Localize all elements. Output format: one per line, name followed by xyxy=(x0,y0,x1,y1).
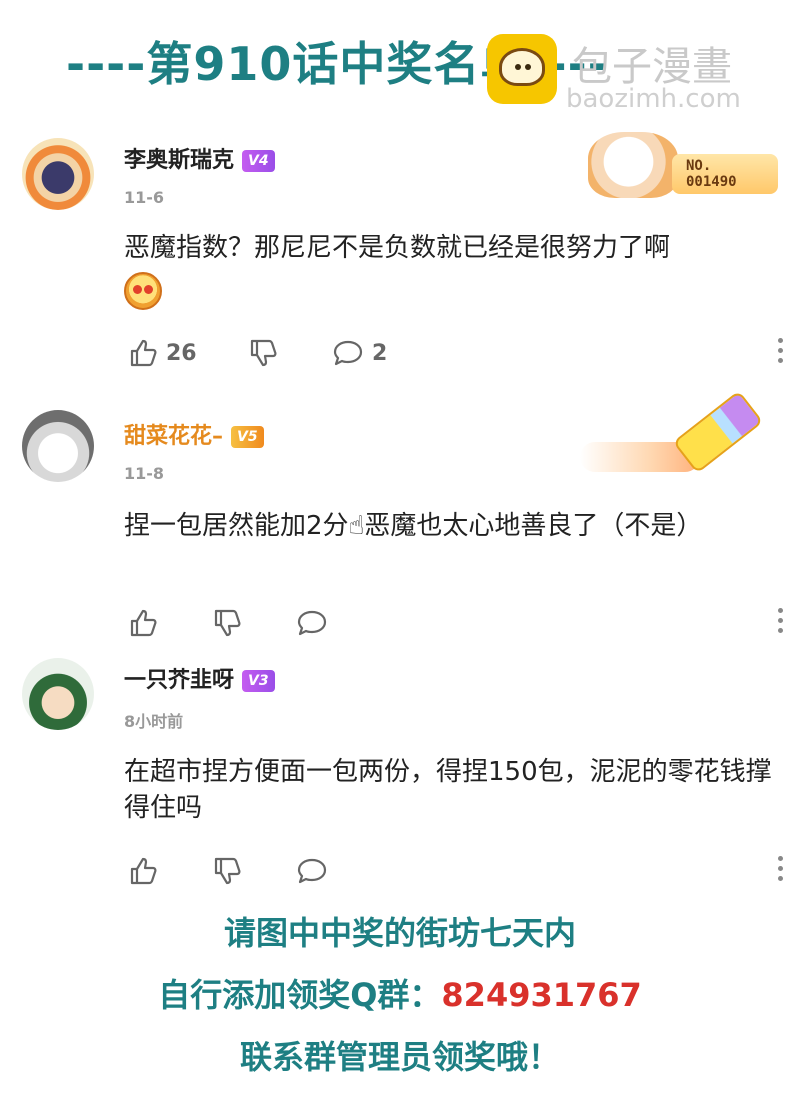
tiger-mascot-icon xyxy=(588,132,678,198)
qq-group-number: 824931767 xyxy=(441,976,642,1014)
reply-icon xyxy=(297,610,327,636)
fan-number-badge: NO. 001490 xyxy=(588,132,778,198)
footer-line-1: 请图中中奖的街坊七天内 xyxy=(223,914,576,952)
level-badge: V4 xyxy=(242,150,275,172)
dislike-button[interactable] xyxy=(248,336,278,370)
more-icon[interactable] xyxy=(776,856,784,884)
comment-actions: 26 2 xyxy=(124,336,784,370)
level-badge: V5 xyxy=(231,426,264,448)
username[interactable]: 李奥斯瑞克 V4 xyxy=(124,142,275,174)
dislike-button[interactable] xyxy=(212,606,242,640)
watermark-logo-icon xyxy=(487,34,557,104)
reply-count: 2 xyxy=(372,340,388,366)
blush-face-emoji-icon xyxy=(124,272,162,310)
like-count: 26 xyxy=(166,340,197,366)
footer-line-3: 联系群管理员领奖哦！ xyxy=(239,1038,560,1076)
like-icon xyxy=(130,609,157,637)
paintbrush-badge-icon xyxy=(580,390,770,482)
dislike-button[interactable] xyxy=(212,854,242,888)
like-button[interactable] xyxy=(128,854,158,888)
reply-icon xyxy=(333,340,363,366)
comment-date: 11-8 xyxy=(124,464,165,483)
dislike-icon xyxy=(214,609,241,637)
reply-button[interactable]: 2 xyxy=(332,336,387,370)
reply-icon xyxy=(297,858,327,884)
username[interactable]: 甜菜花花– V5 xyxy=(124,418,264,450)
comment-actions xyxy=(124,606,784,640)
like-icon xyxy=(130,339,157,367)
dislike-icon xyxy=(250,339,277,367)
like-button[interactable] xyxy=(128,606,158,640)
more-icon[interactable] xyxy=(776,608,784,636)
like-button[interactable]: 26 xyxy=(128,336,197,370)
level-badge: V3 xyxy=(242,670,275,692)
watermark-url: baozimh.com xyxy=(566,84,741,114)
badge-number: NO. 001490 xyxy=(672,154,778,194)
like-icon xyxy=(130,857,157,885)
comment-text: 在超市捏方便面一包两份，得捏150包，泥泥的零花钱撑得住吗 xyxy=(124,757,772,823)
comment-date: 11-6 xyxy=(124,188,165,207)
avatar[interactable] xyxy=(22,658,94,730)
avatar[interactable] xyxy=(22,410,94,482)
avatar[interactable] xyxy=(22,138,94,210)
comment-actions xyxy=(124,854,784,888)
reply-button[interactable] xyxy=(296,854,328,888)
more-icon[interactable] xyxy=(776,338,784,366)
header: ----第910话中奖名单---- 包子漫畫 baozimh.com xyxy=(0,0,800,120)
username[interactable]: 一只芥韭呀 V3 xyxy=(124,662,275,694)
reply-button[interactable] xyxy=(296,606,328,640)
dislike-icon xyxy=(214,857,241,885)
comment-text: 捏一包居然能加2分☝恶魔也太心地善良了（不是） xyxy=(124,511,703,541)
footer-line-2: 自行添加领奖Q群：824931767 xyxy=(158,976,642,1014)
comment-date: 8小时前 xyxy=(124,712,184,731)
comment-text: 恶魔指数？那尼尼不是负数就已经是很努力了啊 xyxy=(124,233,671,263)
